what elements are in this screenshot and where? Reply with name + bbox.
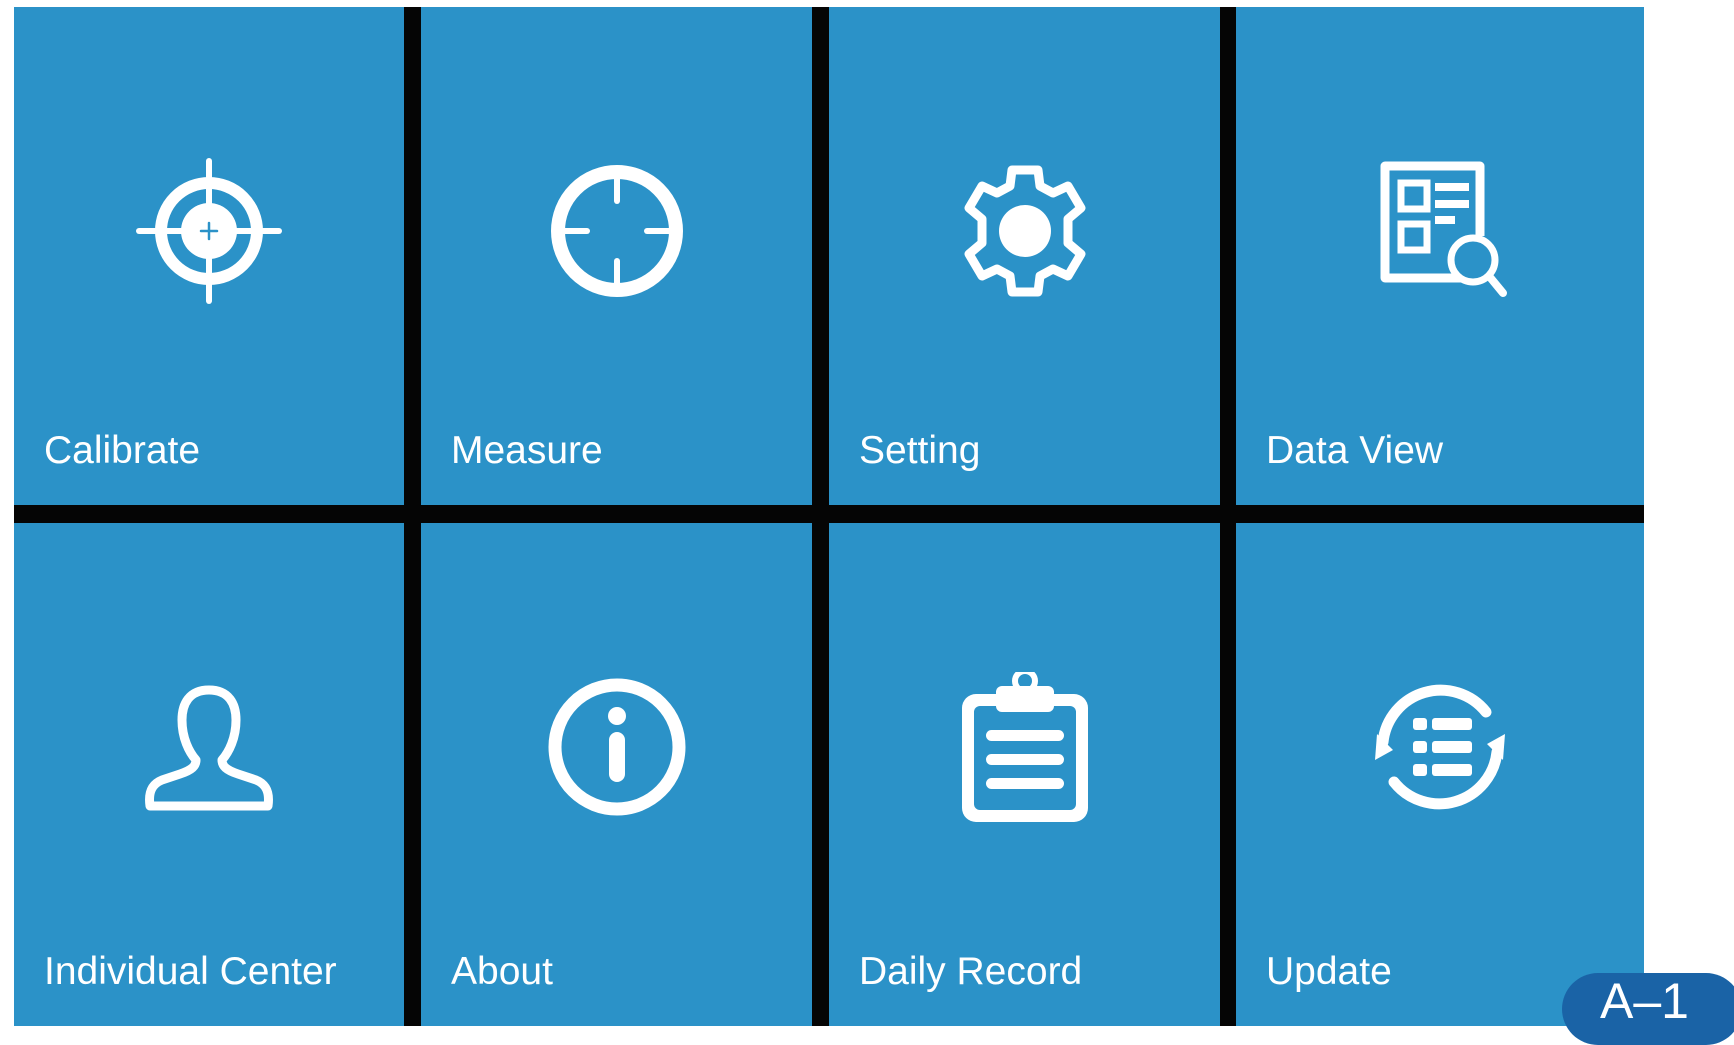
figure-label-badge: A–1 [1562, 973, 1734, 1045]
data-view-label: Data View [1266, 429, 1444, 472]
calibrate-tile[interactable]: Calibrate [14, 7, 404, 505]
reticle-icon [550, 165, 683, 297]
data-view-tile[interactable]: Data View [1236, 7, 1644, 505]
about-tile[interactable]: About [421, 523, 812, 1026]
info-icon [548, 678, 685, 816]
measure-label: Measure [451, 429, 603, 472]
update-tile[interactable]: Update [1236, 523, 1644, 1026]
calibrate-label: Calibrate [44, 429, 201, 472]
crosshair-target-icon [136, 158, 282, 304]
about-label: About [451, 950, 553, 993]
clipboard-icon [961, 672, 1088, 822]
daily-record-label: Daily Record [859, 950, 1083, 993]
update-label: Update [1266, 950, 1392, 993]
setting-label: Setting [859, 429, 981, 472]
measure-tile[interactable]: Measure [421, 7, 812, 505]
individual-center-tile[interactable]: Individual Center [14, 523, 404, 1026]
sync-list-icon [1375, 684, 1505, 810]
gear-icon [964, 165, 1085, 297]
setting-tile[interactable]: Setting [829, 7, 1220, 505]
individual-center-label: Individual Center [44, 950, 337, 993]
daily-record-tile[interactable]: Daily Record [829, 523, 1220, 1026]
main-menu-screen: Calibrate Measure Setting Data View Indi… [14, 7, 1644, 1026]
user-icon [145, 685, 273, 811]
document-search-icon [1380, 161, 1507, 297]
